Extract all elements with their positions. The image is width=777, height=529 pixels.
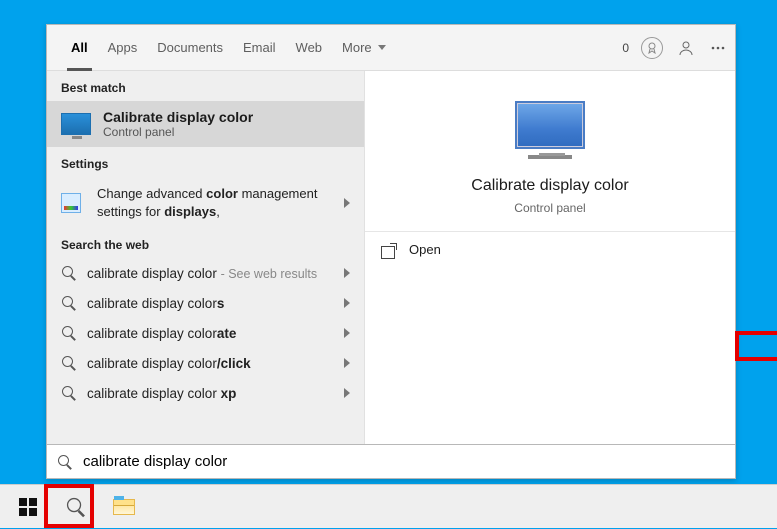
web-result[interactable]: calibrate display color/click xyxy=(47,348,364,378)
search-icon xyxy=(66,496,87,517)
open-label: Open xyxy=(409,242,441,257)
best-match-text: Calibrate display color Control panel xyxy=(103,109,253,139)
tab-all-label: All xyxy=(71,40,88,55)
web-result[interactable]: calibrate display colors xyxy=(47,288,364,318)
preview-subtitle: Control panel xyxy=(514,201,585,215)
taskbar-file-explorer[interactable] xyxy=(100,485,148,529)
more-options-icon[interactable] xyxy=(709,39,727,57)
settings-result-color-management[interactable]: Change advanced color management setting… xyxy=(47,177,364,228)
tab-email[interactable]: Email xyxy=(233,25,286,70)
open-action[interactable]: Open xyxy=(365,232,735,267)
tab-documents-label: Documents xyxy=(157,40,223,55)
search-input[interactable] xyxy=(81,452,725,471)
windows-icon xyxy=(19,498,37,516)
chevron-right-icon xyxy=(344,298,350,308)
search-icon xyxy=(61,355,77,371)
search-tabs: All Apps Documents Email Web More 0 xyxy=(47,25,735,71)
taskbar xyxy=(0,484,777,528)
highlight-frame-open xyxy=(735,331,777,361)
preview-title: Calibrate display color xyxy=(471,177,628,195)
web-result-label: calibrate display colorate xyxy=(87,326,334,341)
account-icon[interactable] xyxy=(677,39,695,57)
search-panel: All Apps Documents Email Web More 0 Best… xyxy=(46,24,736,479)
color-management-icon xyxy=(61,193,81,213)
monitor-icon xyxy=(515,101,585,149)
search-icon xyxy=(57,454,73,470)
chevron-right-icon xyxy=(344,268,350,278)
tab-documents[interactable]: Documents xyxy=(147,25,233,70)
best-match-title: Calibrate display color xyxy=(103,109,253,125)
search-bar xyxy=(47,444,735,478)
web-result-label: calibrate display color - See web result… xyxy=(87,266,334,281)
tab-apps[interactable]: Apps xyxy=(98,25,148,70)
section-search-web: Search the web xyxy=(47,228,364,258)
search-icon xyxy=(61,265,77,281)
section-best-match: Best match xyxy=(47,71,364,101)
rewards-icon[interactable] xyxy=(641,37,663,59)
section-settings: Settings xyxy=(47,147,364,177)
chevron-right-icon xyxy=(344,198,350,208)
rewards-count: 0 xyxy=(622,41,629,55)
tab-all[interactable]: All xyxy=(61,25,98,70)
web-result[interactable]: calibrate display color xp xyxy=(47,378,364,408)
web-result-label: calibrate display color xp xyxy=(87,386,334,401)
result-preview-pane: Calibrate display color Control panel Op… xyxy=(365,71,735,444)
preview: Calibrate display color Control panel xyxy=(365,91,735,231)
chevron-right-icon xyxy=(344,388,350,398)
start-button[interactable] xyxy=(4,485,52,529)
chevron-down-icon xyxy=(378,45,386,50)
settings-result-label: Change advanced color management setting… xyxy=(97,185,334,220)
best-match-result[interactable]: Calibrate display color Control panel xyxy=(47,101,364,147)
tab-email-label: Email xyxy=(243,40,276,55)
chevron-right-icon xyxy=(344,328,350,338)
file-explorer-icon xyxy=(113,499,135,515)
top-right-controls: 0 xyxy=(622,25,727,71)
open-icon xyxy=(381,243,397,257)
search-icon xyxy=(61,295,77,311)
tab-more-label: More xyxy=(342,40,372,55)
search-body: Best match Calibrate display color Contr… xyxy=(47,71,735,444)
web-result[interactable]: calibrate display color - See web result… xyxy=(47,258,364,288)
tab-web[interactable]: Web xyxy=(286,25,333,70)
search-icon xyxy=(61,385,77,401)
tab-more[interactable]: More xyxy=(332,25,396,70)
chevron-right-icon xyxy=(344,358,350,368)
taskbar-search-button[interactable] xyxy=(52,485,100,529)
results-list: Best match Calibrate display color Contr… xyxy=(47,71,365,444)
web-result[interactable]: calibrate display colorate xyxy=(47,318,364,348)
web-result-label: calibrate display color/click xyxy=(87,356,334,371)
best-match-subtitle: Control panel xyxy=(103,125,253,139)
display-icon xyxy=(61,113,91,135)
tab-web-label: Web xyxy=(296,40,323,55)
search-icon xyxy=(61,325,77,341)
tab-apps-label: Apps xyxy=(108,40,138,55)
web-result-label: calibrate display colors xyxy=(87,296,334,311)
